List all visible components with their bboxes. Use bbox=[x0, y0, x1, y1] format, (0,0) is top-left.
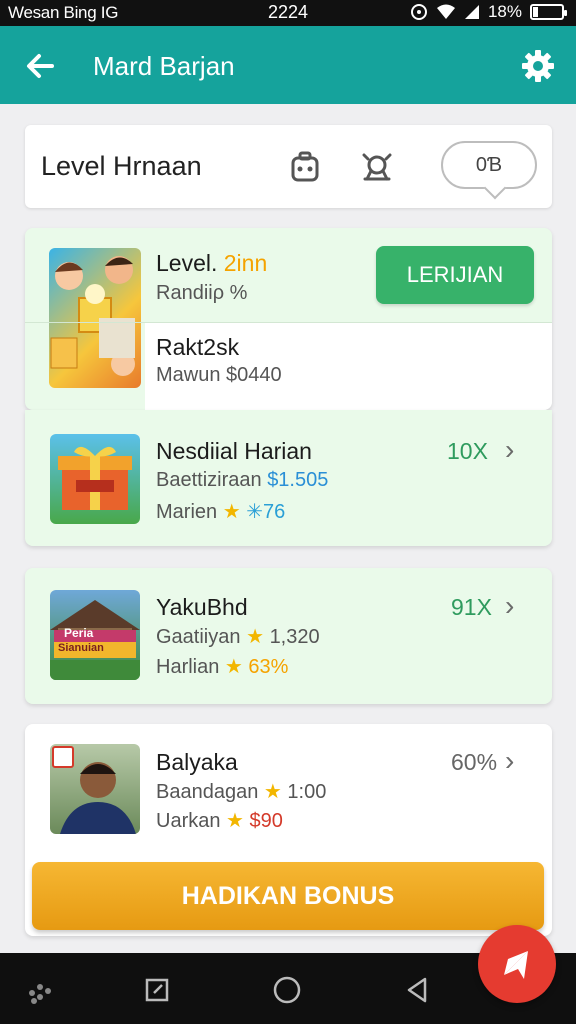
bonus-button[interactable]: HADIKAN BONUS bbox=[32, 862, 544, 930]
signal-icon bbox=[464, 5, 479, 19]
bonus-button-label: HADIKAN BONUS bbox=[181, 881, 395, 910]
wifi-icon bbox=[436, 4, 455, 19]
chevron-right-icon[interactable]: › bbox=[505, 434, 514, 466]
list-item-line2-label: Marien bbox=[156, 501, 218, 523]
bot-icon[interactable] bbox=[359, 149, 395, 185]
list-item-line1-value: $1.505 bbox=[267, 469, 329, 491]
status-bar: Wesan Bing IG 2224 18% bbox=[0, 0, 576, 26]
lerijian-button[interactable]: LERIJIAN bbox=[376, 246, 534, 304]
gear-icon[interactable] bbox=[520, 48, 556, 84]
person-photo-thumbnail bbox=[50, 744, 140, 834]
floating-action-button[interactable] bbox=[478, 925, 556, 1003]
list-item-line2-label: Uarkan bbox=[156, 810, 221, 832]
list-item[interactable]: Nesdiial Harian Baettiziraan $1.505 Mari… bbox=[25, 410, 552, 546]
send-icon bbox=[504, 951, 528, 979]
list-item-line2-value: 63% bbox=[248, 656, 289, 678]
status-left-text: Wesan Bing IG bbox=[8, 3, 119, 22]
level-card-subtitle: Randiiρ % bbox=[156, 282, 248, 304]
list-item-percent: 60% bbox=[451, 749, 498, 775]
list-item-title: YakuBhd bbox=[156, 594, 248, 620]
level-header-card: Level Hrnaan 0Ɓ bbox=[25, 125, 552, 208]
list-item-percent: 91X bbox=[451, 594, 492, 620]
battery-level bbox=[533, 7, 539, 17]
list-item-line2-value: ✳76 bbox=[246, 501, 286, 523]
level-card[interactable]: Level. 2inn Randiiρ % LERIJIAN Rakt2sk M… bbox=[25, 228, 552, 410]
list-item-title: Nesdiial Harian bbox=[156, 438, 312, 464]
list-item-line2-value: $90 bbox=[249, 810, 283, 832]
list-item-line1-label: Baandagan bbox=[156, 781, 259, 803]
app-bar: Mard Barjan bbox=[0, 26, 576, 104]
level-card-second-sub: Mawun $0440 bbox=[156, 364, 282, 386]
chevron-right-icon[interactable]: › bbox=[505, 590, 514, 622]
family-illustration bbox=[50, 256, 135, 376]
recents-icon[interactable] bbox=[140, 973, 174, 1007]
gift-box-thumbnail bbox=[50, 434, 140, 524]
battery-percent: 18% bbox=[487, 2, 522, 21]
home-icon[interactable] bbox=[270, 973, 304, 1007]
resort-thumbnail-text-bottom: Sianuian bbox=[58, 642, 104, 654]
apps-dots-icon[interactable] bbox=[24, 973, 58, 1007]
level-card-title: Level. bbox=[156, 250, 218, 276]
resort-thumbnail-text-top: Peria bbox=[64, 626, 94, 640]
list-item-line1-value: 1:00 bbox=[287, 781, 327, 803]
level-pill-value: 0Ɓ bbox=[475, 153, 503, 176]
resort-thumbnail: Peria Sianuian bbox=[50, 590, 140, 680]
status-time: 2224 bbox=[268, 2, 309, 22]
battery-icon bbox=[530, 4, 567, 20]
badge-icon bbox=[52, 746, 74, 768]
hotspot-icon bbox=[410, 4, 427, 20]
list-item-title: Balyaka bbox=[156, 749, 238, 775]
star-icon: ★ bbox=[222, 501, 241, 523]
family-popcorn-thumbnail bbox=[49, 248, 141, 388]
gift-illustration bbox=[58, 446, 132, 510]
list-item-percent: 10X bbox=[447, 438, 488, 464]
list-item-line1-label: Baettiziraan bbox=[156, 469, 262, 491]
level-card-second-title: Rakt2sk bbox=[156, 334, 240, 360]
list-item-line1-value: 1,320 bbox=[269, 626, 320, 648]
level-pill-button[interactable]: 0Ɓ bbox=[441, 141, 537, 189]
lerijian-button-label: LERIJIAN bbox=[406, 262, 504, 287]
robot-icon[interactable] bbox=[287, 149, 323, 185]
app-title: Mard Barjan bbox=[93, 51, 235, 81]
back-nav-icon[interactable] bbox=[400, 973, 434, 1007]
level-header-title: Level Hrnaan bbox=[41, 151, 202, 181]
star-icon: ★ bbox=[263, 781, 282, 803]
star-icon: ★ bbox=[246, 626, 264, 648]
chevron-right-icon[interactable]: › bbox=[505, 745, 514, 777]
level-card-title-accent: 2inn bbox=[223, 250, 268, 276]
list-item-line1-label: Gaatiiyan bbox=[156, 626, 241, 648]
star-icon: ★ bbox=[224, 656, 243, 678]
star-icon: ★ bbox=[226, 810, 244, 832]
list-item[interactable]: Peria Sianuian YakuBhd Gaatiiyan ★ 1,320… bbox=[25, 568, 552, 704]
list-item-line2-label: Harlian bbox=[156, 656, 220, 678]
back-arrow-icon[interactable] bbox=[22, 48, 58, 84]
